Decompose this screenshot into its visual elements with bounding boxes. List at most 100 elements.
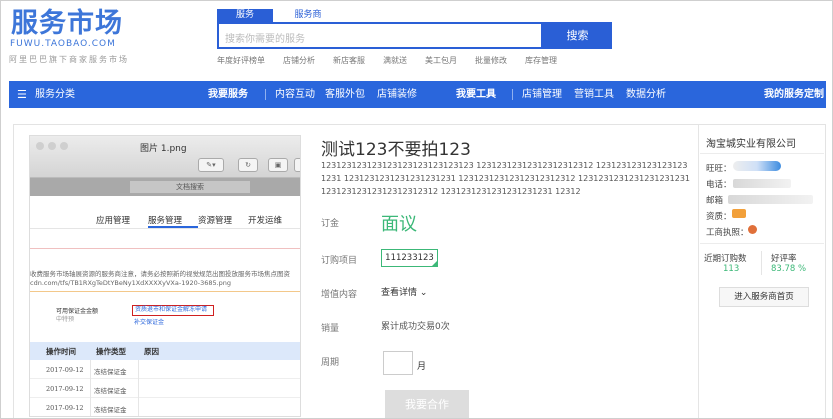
nav-link[interactable]: 营销工具 [574, 81, 614, 108]
search-input[interactable]: 搜索你需要的服务 [217, 22, 543, 49]
screenshot-th: 原因 [144, 347, 159, 356]
rotate-icon: ↻ [238, 158, 258, 172]
window-dot-icon [48, 142, 56, 150]
hot-link[interactable]: 满就送 [383, 55, 407, 66]
share-icon: ⇧ [294, 158, 300, 172]
nav-link[interactable]: 店铺管理 [522, 81, 562, 108]
screenshot-td: 2017-09-12 [46, 366, 84, 374]
phone-redacted [733, 179, 791, 188]
hot-link[interactable]: 新店客服 [333, 55, 365, 66]
option-value: 111233123 [385, 253, 434, 263]
screenshot-tab: 开发运维 [248, 216, 283, 226]
certificate-icon[interactable] [732, 209, 746, 218]
hot-link[interactable]: 店铺分析 [283, 55, 315, 66]
nav-link[interactable]: 内容互动 [275, 81, 315, 108]
screenshot-table-vline [138, 360, 139, 416]
option-label: 订购项目 [321, 256, 358, 266]
screenshot-active-tab-underline [148, 226, 198, 228]
search-tab-service[interactable]: 服务 [217, 9, 273, 22]
hot-link[interactable]: 年度好评榜单 [217, 55, 265, 66]
screenshot-tab: 应用管理 [96, 216, 131, 226]
site-slogan: 阿里巴巴旗下商家服务市场 [9, 55, 129, 64]
sales-label: 销量 [321, 324, 340, 334]
screenshot-deposit-sub: 中特预 [56, 316, 75, 323]
license-icon[interactable] [748, 225, 757, 234]
main-nav: ☰ 服务分类 我要服务 内容互动 客服外包 店铺装修 我要工具 店铺管理 营销工… [9, 81, 826, 108]
chevron-down-icon: ⌄ [419, 288, 428, 298]
screenshot-tab: 服务管理 [148, 216, 183, 226]
product-description: 123123123123123123123123123123 123123123… [321, 161, 691, 196]
period-label: 周期 [321, 358, 340, 368]
screenshot-doc-search: 文档搜索 [130, 181, 250, 193]
seller-divider [698, 125, 699, 418]
seller-name[interactable]: 淘宝城实业有限公司 [706, 135, 796, 150]
search-button[interactable]: 搜索 [543, 22, 612, 49]
email-redacted [728, 195, 813, 204]
wangwang-icon[interactable] [733, 161, 781, 171]
email-label: 邮箱 [706, 196, 724, 206]
screenshot-highlight: 资质退市和保证金解冻申请 [132, 305, 214, 316]
period-unit: 月 [417, 362, 427, 372]
check-icon [431, 260, 438, 267]
hot-link[interactable]: 美工包月 [425, 55, 457, 66]
addon-label: 增值内容 [321, 290, 358, 300]
shop-home-button[interactable]: 进入服务商首页 [719, 287, 809, 307]
seller-divider-line [700, 153, 824, 154]
window-dot-icon [60, 142, 68, 150]
menu-icon[interactable]: ☰ [17, 81, 27, 108]
product-title: 测试123不要拍123 [321, 140, 471, 160]
rating-value: 83.78 % [771, 264, 807, 274]
site-logo[interactable]: 服务市场 [11, 9, 123, 39]
hot-link[interactable]: 批量修改 [475, 55, 507, 66]
nav-link[interactable]: 数据分析 [626, 81, 666, 108]
addon-details-link[interactable]: 查看详情 ⌄ [381, 285, 427, 298]
option-selected[interactable]: 111233123 [381, 249, 438, 267]
pen-tool-icon: ✎▾ [198, 158, 224, 172]
rating-label: 好评率 [771, 254, 797, 264]
nav-my-service[interactable]: 我要服务 [208, 81, 248, 108]
screenshot-divider [30, 291, 300, 292]
wangwang-label: 旺旺： [706, 164, 732, 174]
screenshot-table-vline [90, 360, 91, 416]
screenshot-divider [30, 248, 300, 249]
hot-links: 年度好评榜单 店铺分析 新店客服 满就送 美工包月 批量修改 库存管理 [217, 55, 557, 66]
price-value: 面议 [381, 214, 417, 235]
search-tab-provider[interactable]: 服务商 [283, 9, 333, 22]
toolbox-icon: ▣ [268, 158, 288, 172]
nav-category[interactable]: 服务分类 [35, 81, 75, 108]
screenshot-notice-line: 收费服务市场轴展资源的服务商注意，请务必按照新的视觉规范出图投放服务市场焦点图资 [30, 270, 290, 278]
hot-link[interactable]: 库存管理 [525, 55, 557, 66]
price-label: 订金 [321, 219, 340, 229]
screenshot-pay-link: 补交保证金 [134, 319, 165, 326]
screenshot-th: 操作时间 [46, 347, 76, 356]
screenshot-notice: 收费服务市场轴展资源的服务商注意，请务必按照新的视觉规范出图投放服务市场焦点图资… [30, 270, 290, 288]
addon-details-text: 查看详情 [381, 288, 418, 298]
screenshot-divider [30, 228, 300, 229]
sales-value: 累计成功交易0次 [381, 322, 450, 332]
qualification-label: 资质： [706, 212, 732, 222]
screenshot-notice-line: cdn.com/tfs/TB1RXgTeDtYBeNy1XdXXXXyVXa-1… [30, 279, 232, 287]
nav-separator [512, 89, 513, 100]
screenshot-td: 冻结保证金 [94, 387, 127, 395]
page-frame: 服务市场 FUWU.TAOBAO.COM 阿里巴巴旗下商家服务市场 服务 服务商… [0, 0, 833, 419]
order-button[interactable]: 我要合作 [385, 390, 469, 418]
product-screenshot[interactable]: 图片 1.png ✎▾ ↻ ▣ ⇧ 文档搜索 应用管理 服务管理 资源管理 开发… [29, 135, 301, 417]
screenshot-td: 冻结保证金 [94, 368, 127, 376]
orders-label: 近期订购数 [704, 254, 747, 264]
period-input[interactable] [383, 351, 413, 375]
screenshot-td: 2017-09-12 [46, 404, 84, 412]
screenshot-file-title: 图片 1.png [140, 144, 187, 154]
nav-link[interactable]: 店铺装修 [377, 81, 417, 108]
phone-label: 电话： [706, 180, 732, 190]
nav-link[interactable]: 客服外包 [325, 81, 365, 108]
screenshot-th: 操作类型 [96, 347, 126, 356]
license-label: 工商执照： [706, 228, 749, 238]
site-logo-url: FUWU.TAOBAO.COM [10, 39, 116, 49]
window-dot-icon [36, 142, 44, 150]
nav-my-tools[interactable]: 我要工具 [456, 81, 496, 108]
nav-custom[interactable]: 我的服务定制 [764, 81, 824, 108]
nav-separator [265, 89, 266, 100]
screenshot-tab: 资源管理 [198, 216, 233, 226]
screenshot-td: 2017-09-12 [46, 385, 84, 393]
stat-separator [761, 251, 762, 275]
